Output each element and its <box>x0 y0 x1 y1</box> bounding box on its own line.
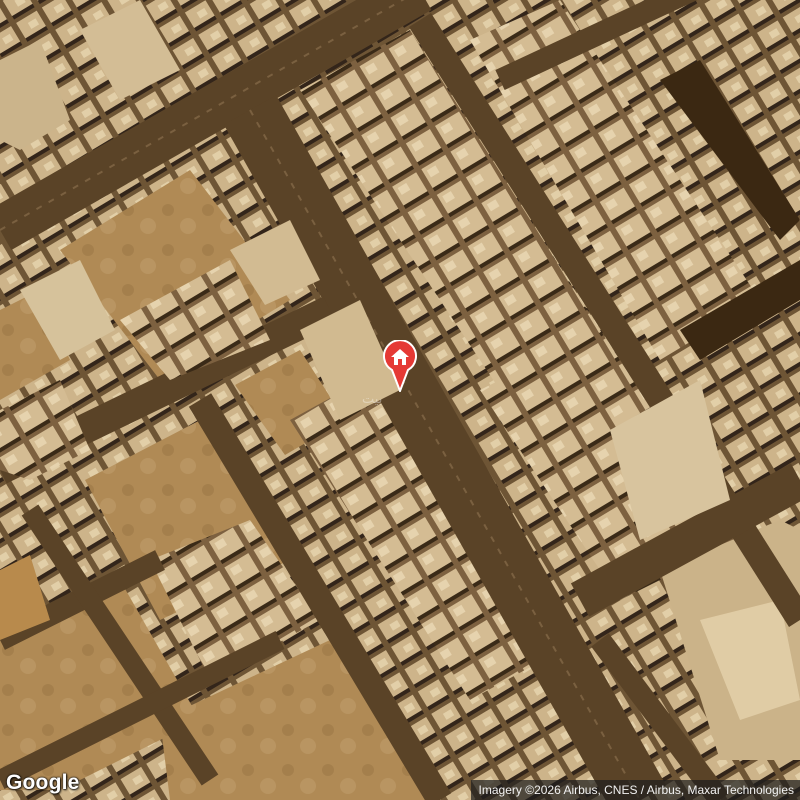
google-logo[interactable]: Google <box>6 771 80 795</box>
map-attribution: Imagery ©2026 Airbus, CNES / Airbus, Max… <box>470 780 800 800</box>
location-marker[interactable] <box>382 339 418 394</box>
map-watermark: ﺑﻴﺖ <box>362 392 383 407</box>
satellite-imagery[interactable] <box>0 0 800 800</box>
satellite-map[interactable]: ﺑﻴﺖ Google Imagery ©2026 Airbus, CNES / … <box>0 0 800 800</box>
